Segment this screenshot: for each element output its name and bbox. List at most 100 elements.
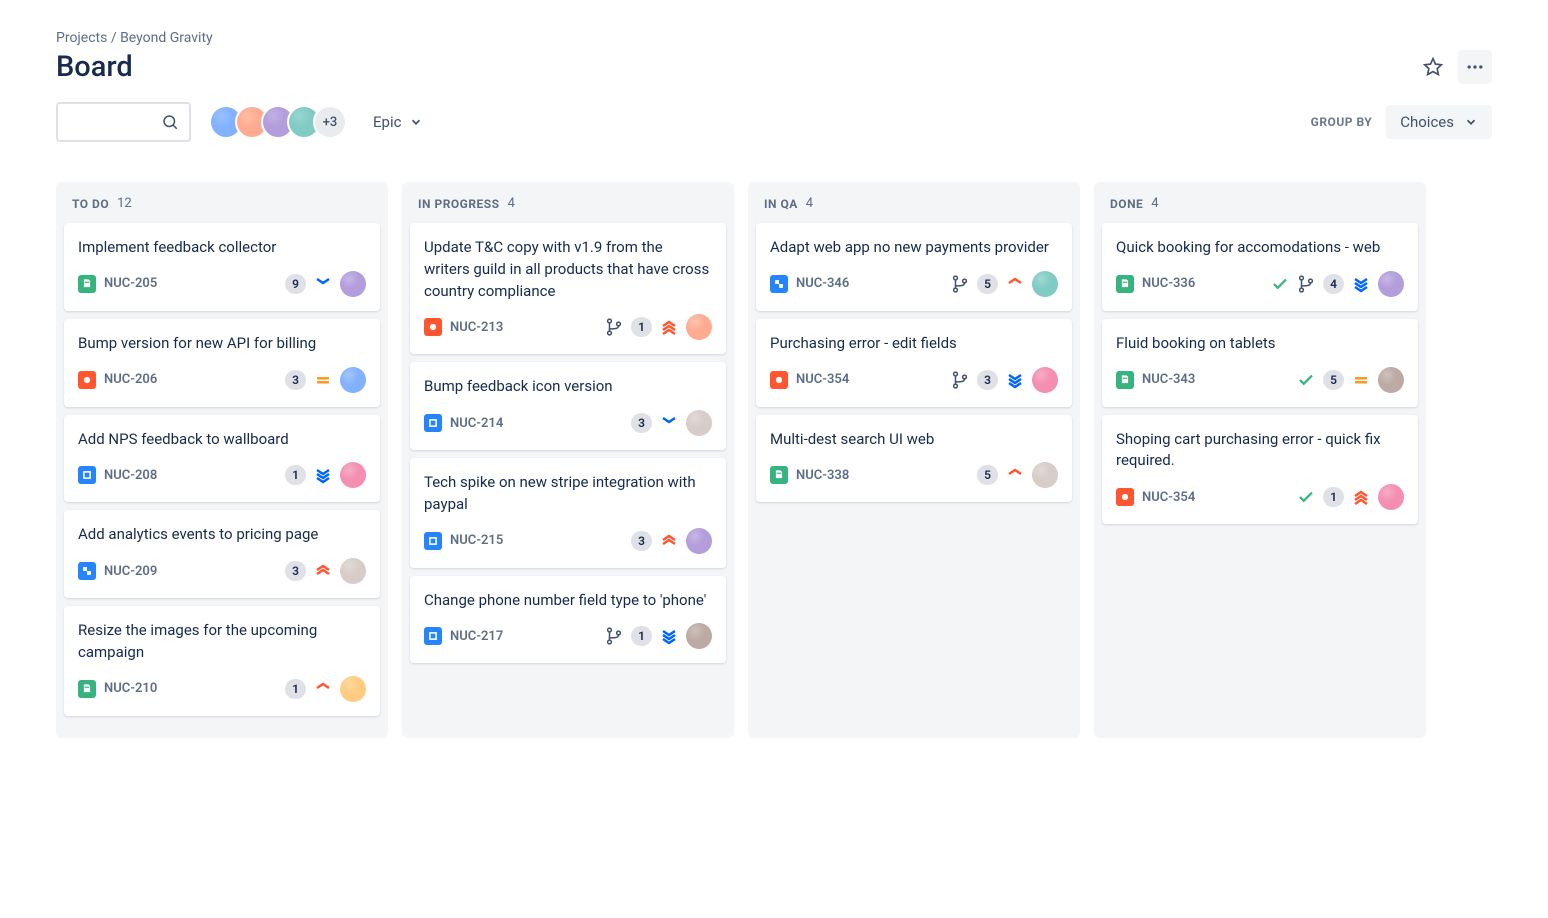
- done-check-icon: [1297, 488, 1315, 506]
- issue-key: NUC-346: [796, 276, 849, 291]
- story-points: 5: [977, 465, 998, 485]
- card-title: Purchasing error - edit fields: [770, 333, 1058, 355]
- search-input[interactable]: [81, 114, 161, 130]
- priority-highest-icon: [660, 318, 678, 336]
- issue-card[interactable]: Tech spike on new stripe integration wit…: [410, 458, 726, 568]
- assignee-avatar[interactable]: [1378, 484, 1404, 510]
- issue-key: NUC-215: [450, 533, 503, 548]
- priority-low-icon: [314, 275, 332, 293]
- issue-type-bug-icon: [424, 318, 442, 336]
- story-points: 1: [631, 317, 652, 337]
- card-title: Implement feedback collector: [78, 237, 366, 259]
- issue-type-task-icon: [424, 627, 442, 645]
- card-title: Tech spike on new stripe integration wit…: [424, 472, 712, 516]
- issue-key: NUC-214: [450, 416, 503, 431]
- more-icon: [1465, 57, 1485, 77]
- done-check-icon: [1271, 275, 1289, 293]
- story-points: 1: [285, 679, 306, 699]
- story-points: 4: [1323, 274, 1344, 294]
- story-points: 5: [1323, 370, 1344, 390]
- assignee-avatar[interactable]: [1378, 367, 1404, 393]
- story-points: 3: [631, 531, 652, 551]
- issue-key: NUC-205: [104, 276, 157, 291]
- issue-card[interactable]: Purchasing error - edit fields NUC-354 3: [756, 319, 1072, 407]
- breadcrumb-project[interactable]: Beyond Gravity: [120, 30, 213, 46]
- issue-type-subtask-icon: [78, 562, 96, 580]
- avatar-more[interactable]: +3: [313, 105, 347, 139]
- issue-key: NUC-343: [1142, 372, 1195, 387]
- done-check-icon: [1297, 371, 1315, 389]
- assignee-avatar[interactable]: [340, 367, 366, 393]
- column: TO DO12 Implement feedback collector NUC…: [56, 182, 388, 738]
- story-points: 5: [977, 274, 998, 294]
- assignee-avatar[interactable]: [1032, 367, 1058, 393]
- issue-card[interactable]: Bump feedback icon version NUC-214 3: [410, 362, 726, 450]
- issue-type-story-icon: [78, 275, 96, 293]
- group-by-label: GROUP BY: [1311, 115, 1373, 129]
- branch-icon: [951, 371, 969, 389]
- assignee-avatar[interactable]: [340, 462, 366, 488]
- issue-card[interactable]: Update T&C copy with v1.9 from the write…: [410, 223, 726, 354]
- epic-filter[interactable]: Epic: [365, 107, 431, 137]
- priority-lowest-icon: [1352, 275, 1370, 293]
- issue-card[interactable]: Add analytics events to pricing page NUC…: [64, 510, 380, 598]
- branch-icon: [605, 627, 623, 645]
- issue-card[interactable]: Adapt web app no new payments provider N…: [756, 223, 1072, 311]
- card-title: Resize the images for the upcoming campa…: [78, 620, 366, 664]
- column: DONE4 Quick booking for accomodations - …: [1094, 182, 1426, 738]
- column-count: 4: [1151, 196, 1158, 211]
- assignee-avatar[interactable]: [1378, 271, 1404, 297]
- column-name: IN PROGRESS: [418, 197, 500, 211]
- assignee-avatar[interactable]: [1032, 271, 1058, 297]
- group-by-select[interactable]: Choices: [1386, 105, 1492, 139]
- more-button[interactable]: [1458, 50, 1492, 84]
- priority-low-icon: [660, 414, 678, 432]
- column-count: 4: [508, 196, 515, 211]
- card-title: Change phone number field type to 'phone…: [424, 590, 712, 612]
- card-title: Fluid booking on tablets: [1116, 333, 1404, 355]
- issue-card[interactable]: Change phone number field type to 'phone…: [410, 576, 726, 664]
- issue-key: NUC-209: [104, 564, 157, 579]
- issue-key: NUC-217: [450, 629, 503, 644]
- issue-card[interactable]: Quick booking for accomodations - web NU…: [1102, 223, 1418, 311]
- issue-card[interactable]: Resize the images for the upcoming campa…: [64, 606, 380, 716]
- issue-card[interactable]: Shoping cart purchasing error - quick fi…: [1102, 415, 1418, 525]
- issue-card[interactable]: Fluid booking on tablets NUC-343 5: [1102, 319, 1418, 407]
- priority-lowest-icon: [314, 466, 332, 484]
- chevron-down-icon: [409, 115, 423, 129]
- column-count: 4: [806, 196, 813, 211]
- issue-card[interactable]: Bump version for new API for billing NUC…: [64, 319, 380, 407]
- issue-key: NUC-354: [796, 372, 849, 387]
- column-name: TO DO: [72, 197, 109, 211]
- priority-mediumup-icon: [1006, 466, 1024, 484]
- issue-type-story-icon: [78, 680, 96, 698]
- issue-type-task-icon: [78, 466, 96, 484]
- card-title: Quick booking for accomodations - web: [1116, 237, 1404, 259]
- assignee-avatar[interactable]: [340, 676, 366, 702]
- issue-card[interactable]: Add NPS feedback to wallboard NUC-208 1: [64, 415, 380, 503]
- priority-high-icon: [314, 562, 332, 580]
- story-points: 3: [977, 370, 998, 390]
- issue-key: NUC-208: [104, 468, 157, 483]
- star-button[interactable]: [1416, 50, 1450, 84]
- assignee-avatar[interactable]: [686, 314, 712, 340]
- branch-icon: [605, 318, 623, 336]
- assignee-avatar[interactable]: [1032, 462, 1058, 488]
- issue-card[interactable]: Multi-dest search UI web NUC-338 5: [756, 415, 1072, 503]
- breadcrumb: Projects / Beyond Gravity: [56, 30, 1492, 46]
- assignee-avatar[interactable]: [340, 271, 366, 297]
- epic-filter-label: Epic: [373, 113, 401, 131]
- search-input-wrapper[interactable]: [56, 102, 191, 142]
- assignee-avatar[interactable]: [340, 558, 366, 584]
- story-points: 1: [285, 465, 306, 485]
- assignee-avatar[interactable]: [686, 528, 712, 554]
- card-title: Update T&C copy with v1.9 from the write…: [424, 237, 712, 302]
- card-title: Shoping cart purchasing error - quick fi…: [1116, 429, 1404, 473]
- assignee-avatar[interactable]: [686, 623, 712, 649]
- priority-mediumup-icon: [1006, 275, 1024, 293]
- branch-icon: [951, 275, 969, 293]
- breadcrumb-root[interactable]: Projects: [56, 30, 107, 46]
- assignee-avatar[interactable]: [686, 410, 712, 436]
- issue-card[interactable]: Implement feedback collector NUC-205 9: [64, 223, 380, 311]
- avatar-stack[interactable]: +3: [209, 105, 347, 139]
